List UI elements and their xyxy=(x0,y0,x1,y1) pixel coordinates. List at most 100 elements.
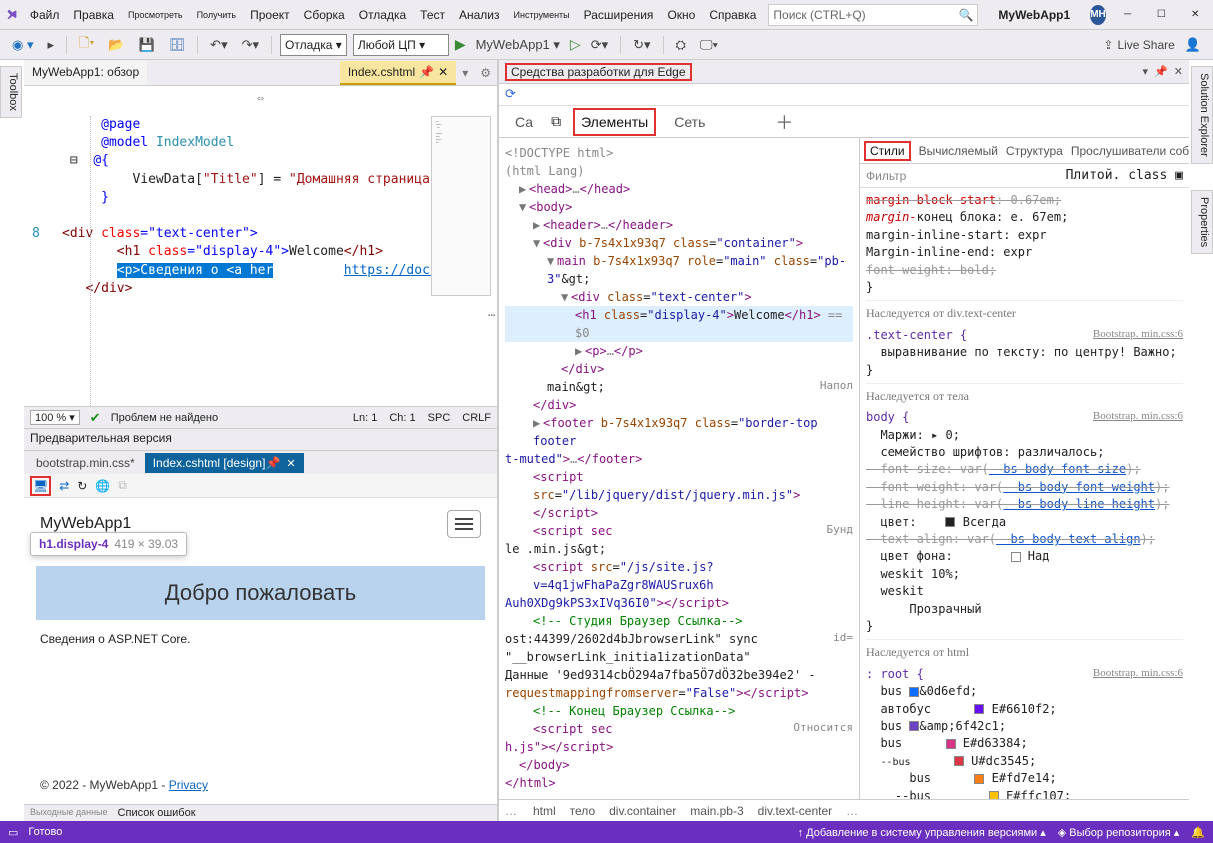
dom-node[interactable]: <!DOCTYPE html> xyxy=(505,144,853,162)
menu-build[interactable]: Сборка xyxy=(302,6,347,24)
dom-node[interactable]: </div> xyxy=(505,396,853,414)
zoom-combo[interactable]: 100 % ▾ xyxy=(30,410,80,425)
styles-filter[interactable]: Фильтр xyxy=(866,169,906,183)
link-icon[interactable]: ⇄ xyxy=(59,479,69,493)
tab-overflow-icon[interactable]: ▾ xyxy=(456,66,474,80)
quick-search[interactable]: Поиск (CTRL+Q) 🔍 xyxy=(768,4,978,26)
styles-tab-listeners[interactable]: Прослушиватели событий xyxy=(1071,144,1189,158)
dom-node[interactable]: ▼main b-7s4x1x93q7 role="main" class="pb… xyxy=(505,252,853,288)
styles-tab-layout[interactable]: Структура xyxy=(1006,144,1063,158)
dom-node[interactable]: Данные '9ed9314cbÖ294a7fba5Ö7dÖ32be394e2… xyxy=(505,666,853,684)
redo-icon[interactable]: ↷▾ xyxy=(238,35,263,55)
solution-explorer-tab[interactable]: Solution Explorer xyxy=(1191,66,1213,164)
live-share-button[interactable]: ⇪Live Share xyxy=(1103,38,1174,52)
window-close[interactable]: ✕ xyxy=(1183,3,1207,27)
pin-icon[interactable]: 📌 xyxy=(1154,65,1168,78)
dom-node[interactable]: "__browserLink_initia1izationData" xyxy=(505,648,853,666)
toolbox-tab[interactable]: Toolbox xyxy=(0,66,22,118)
tab-index-cshtml[interactable]: Index.cshtml📌✕ xyxy=(340,61,456,85)
dom-tree[interactable]: <!DOCTYPE html> (html Lang) ▶<head>…</he… xyxy=(499,138,859,799)
cls-toggle[interactable]: Плитой. clasѕ ▣ xyxy=(1066,168,1183,183)
open-icon[interactable]: 📂 xyxy=(104,35,128,55)
menu-project[interactable]: Проект xyxy=(248,6,292,24)
dom-node[interactable]: <script src="/lib/jquery/dist/jquery.min… xyxy=(505,468,853,504)
globe-icon[interactable]: 🌐 xyxy=(95,479,110,493)
dom-node[interactable]: </div> xyxy=(505,360,853,378)
properties-tab[interactable]: Properties xyxy=(1191,190,1213,254)
dom-node[interactable]: ost:44399/2602d4bJbrowserLink" syncid= xyxy=(505,630,853,648)
menu-debug[interactable]: Отладка xyxy=(357,6,408,24)
run-target[interactable]: MyWebApp1 ▾ xyxy=(472,35,564,55)
config-combo[interactable]: Отладка ▾ xyxy=(280,34,347,56)
dom-node[interactable]: Auh0XDg9kPS3xIVq36I0"></script> xyxy=(505,594,853,612)
menu-edit[interactable]: Правка xyxy=(71,6,116,24)
add-tab-icon[interactable]: ＋ xyxy=(775,109,793,135)
dom-node[interactable]: ▶<header>…</header> xyxy=(505,216,853,234)
window-minimize[interactable]: ─ xyxy=(1116,3,1140,27)
browser-refresh-icon[interactable]: ↻▾ xyxy=(629,35,654,55)
menu-window[interactable]: Окно xyxy=(665,6,697,24)
dom-node[interactable]: main&gt;Напол xyxy=(505,378,853,396)
dom-node[interactable]: ▼<div class="text-center"> xyxy=(505,288,853,306)
design-preview[interactable]: MyWebApp1 h1.display-4 419 × 39.03 Добро… xyxy=(24,498,497,804)
save-all-icon[interactable]: 🗄 xyxy=(165,35,190,55)
scm-add[interactable]: ↑ Добавление в систему управления версия… xyxy=(798,826,1046,839)
gear-icon[interactable]: ⚙ xyxy=(474,66,497,80)
start-nodebug-icon[interactable]: ▷ xyxy=(570,36,581,53)
menu-view[interactable]: Просмотреть xyxy=(126,8,185,22)
dom-node[interactable]: </body> xyxy=(505,756,853,774)
undo-icon[interactable]: ↶▾ xyxy=(206,35,231,55)
pin-icon[interactable]: 📌 xyxy=(265,456,280,470)
splitter-icon[interactable]: ⇔ xyxy=(257,90,264,107)
hamburger-icon[interactable] xyxy=(447,510,481,538)
menu-analyze[interactable]: Анализ xyxy=(457,6,502,24)
user-avatar[interactable]: MH xyxy=(1090,5,1106,25)
tab-overview[interactable]: MyWebApp1: обзор xyxy=(24,61,147,85)
dom-node[interactable]: <!-- Студия Браузер Ссылка--> xyxy=(505,612,853,630)
repo-select[interactable]: ◈ Выбор репозитория ▴ xyxy=(1058,826,1180,839)
platform-combo[interactable]: Любой ЦП ▾ xyxy=(353,34,449,56)
error-list-tab[interactable]: Список ошибок xyxy=(118,807,196,819)
admin-icon[interactable]: 👤 xyxy=(1181,35,1205,55)
menu-file[interactable]: Файл xyxy=(28,6,62,24)
problems-status[interactable]: Проблем не найдено xyxy=(111,412,218,424)
dom-node[interactable]: </script> xyxy=(505,504,853,522)
dom-node[interactable]: ▶<head>…</head> xyxy=(505,180,853,198)
devtools-refresh-icon[interactable]: ⟳ xyxy=(499,84,1189,106)
dom-node[interactable]: </html> xyxy=(505,774,853,792)
minimap[interactable]: ▬▬▬▬▬▬ ▬▬▬▬▬▬▬▬▬▬▬▬▬▬▬▬ xyxy=(431,116,491,296)
dom-node[interactable]: ▶<p>…</p> xyxy=(505,342,853,360)
dom-breadcrumb[interactable]: … html тело div.container main.pb-3 div.… xyxy=(499,799,1189,821)
bell-icon[interactable]: 🔔 xyxy=(1191,826,1205,839)
browser-link-icon[interactable]: 🖵▾ xyxy=(696,35,722,55)
close-icon[interactable]: ✕ xyxy=(438,65,448,79)
device-icon[interactable]: 🖥 xyxy=(30,476,51,496)
nav-fwd-icon[interactable]: ▸ xyxy=(43,35,58,55)
close-icon[interactable]: ✕ xyxy=(286,458,295,470)
menu-git[interactable]: Получить xyxy=(195,8,239,22)
tab-index-design[interactable]: Index.cshtml [design]📌✕ xyxy=(145,453,304,473)
dom-node[interactable]: requestmappingfromserver="False"></scrip… xyxy=(505,684,853,702)
dom-node[interactable]: le .min.js&gt; xyxy=(505,540,853,558)
dom-node[interactable]: <!-- Конец Браузер Ссылка--> xyxy=(505,702,853,720)
dom-node-selected[interactable]: ⋯<h1 class="display-4">Welcome</h1> == $… xyxy=(505,306,853,342)
save-icon[interactable]: 💾 xyxy=(134,35,158,55)
menu-tools[interactable]: Инструменты xyxy=(512,8,572,22)
dom-node[interactable]: h.js"></script> xyxy=(505,738,853,756)
dom-node[interactable]: ▶<footer b-7s4x1x93q7 class="border-top … xyxy=(505,414,853,450)
menu-extensions[interactable]: Расширения xyxy=(582,6,656,24)
nav-back-icon[interactable]: ◉ ▾ xyxy=(8,35,37,55)
code-editor[interactable]: ⇔ ▬▬▬▬▬▬ ▬▬▬▬▬▬▬▬▬▬▬▬▬▬▬▬ @page @model I… xyxy=(24,86,497,406)
iis-icon[interactable]: ⛭ xyxy=(672,35,690,55)
dt-tab-elements[interactable]: Элементы xyxy=(573,108,656,136)
styles-tab-computed[interactable]: Вычисляемый xyxy=(919,144,998,158)
dom-node[interactable]: <script secОтносится xyxy=(505,720,853,738)
dt-tab-welcome[interactable]: Са xyxy=(509,110,539,134)
pin-icon[interactable]: 📌 xyxy=(419,65,434,79)
start-debug-icon[interactable]: ▶ xyxy=(455,36,466,53)
dom-node[interactable]: ▼<body> xyxy=(505,198,853,216)
close-icon[interactable]: ✕ xyxy=(1174,65,1183,78)
output-tab[interactable]: Выходные данные xyxy=(30,807,108,819)
output-pane-icon[interactable]: ▭ xyxy=(8,826,18,839)
styles-tab-styles[interactable]: Стили xyxy=(864,141,911,161)
